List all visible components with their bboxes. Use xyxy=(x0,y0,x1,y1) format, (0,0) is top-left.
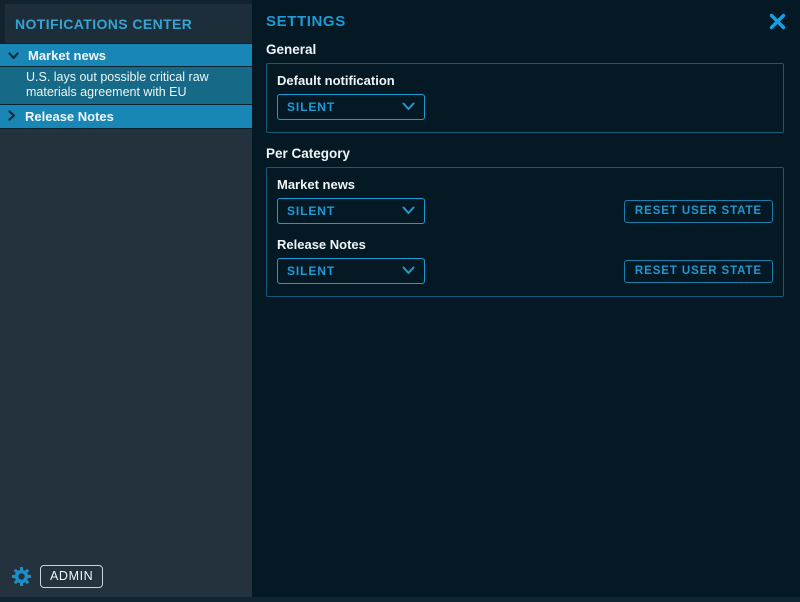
notifications-sidebar: NOTIFICATIONS CENTER Market news U.S. la… xyxy=(0,0,252,597)
chevron-down-icon xyxy=(402,264,415,278)
sidebar-category-release-notes[interactable]: Release Notes xyxy=(0,105,252,129)
settings-header: SETTINGS xyxy=(252,0,800,30)
chevron-down-icon xyxy=(402,100,415,114)
reset-user-state-button-market-news[interactable]: RESET USER STATE xyxy=(624,200,773,223)
notification-item-us-eu-raw-materials[interactable]: U.S. lays out possible critical raw mate… xyxy=(0,67,252,105)
per-category-section-box: Market news SILENT RESET USER STATE Rele… xyxy=(266,167,784,297)
settings-gear-button[interactable] xyxy=(12,567,31,586)
control-row: SILENT RESET USER STATE xyxy=(277,198,773,224)
control-row: SILENT RESET USER STATE xyxy=(277,258,773,284)
general-section-heading: General xyxy=(266,42,786,57)
category-label: Release Notes xyxy=(25,109,114,124)
chevron-down-icon xyxy=(8,48,19,63)
window-bottom-edge xyxy=(0,597,800,602)
admin-bar: ADMIN xyxy=(12,565,103,588)
chevron-right-icon xyxy=(8,109,16,124)
sidebar-header-wrap: NOTIFICATIONS CENTER xyxy=(0,0,252,43)
notifications-center-window: NOTIFICATIONS CENTER Market news U.S. la… xyxy=(0,0,800,602)
reset-user-state-button-release-notes[interactable]: RESET USER STATE xyxy=(624,260,773,283)
category-label: Market news xyxy=(28,48,106,63)
per-category-section-heading: Per Category xyxy=(266,146,786,161)
settings-panel: SETTINGS General Default notification SI… xyxy=(252,0,800,597)
dropdown-value: SILENT xyxy=(287,204,335,218)
chevron-down-icon xyxy=(402,204,415,218)
default-notification-label: Default notification xyxy=(277,73,773,88)
default-notification-dropdown[interactable]: SILENT xyxy=(277,94,425,120)
per-category-entry-market-news: Market news SILENT RESET USER STATE xyxy=(277,177,773,224)
sidebar-category-market-news[interactable]: Market news xyxy=(0,43,252,67)
release-notes-notification-dropdown[interactable]: SILENT xyxy=(277,258,425,284)
admin-button[interactable]: ADMIN xyxy=(40,565,103,588)
close-button[interactable] xyxy=(769,13,786,30)
dropdown-value: SILENT xyxy=(287,264,335,278)
general-section-box: Default notification SILENT xyxy=(266,63,784,133)
category-label: Market news xyxy=(277,177,773,192)
sidebar-title: NOTIFICATIONS CENTER xyxy=(5,4,252,43)
dropdown-value: SILENT xyxy=(287,100,335,114)
market-news-notification-dropdown[interactable]: SILENT xyxy=(277,198,425,224)
gear-icon xyxy=(12,574,31,589)
close-icon xyxy=(769,18,786,33)
settings-title: SETTINGS xyxy=(266,13,346,30)
category-label: Release Notes xyxy=(277,237,773,252)
per-category-entry-release-notes: Release Notes SILENT RESET USER STATE xyxy=(277,237,773,284)
